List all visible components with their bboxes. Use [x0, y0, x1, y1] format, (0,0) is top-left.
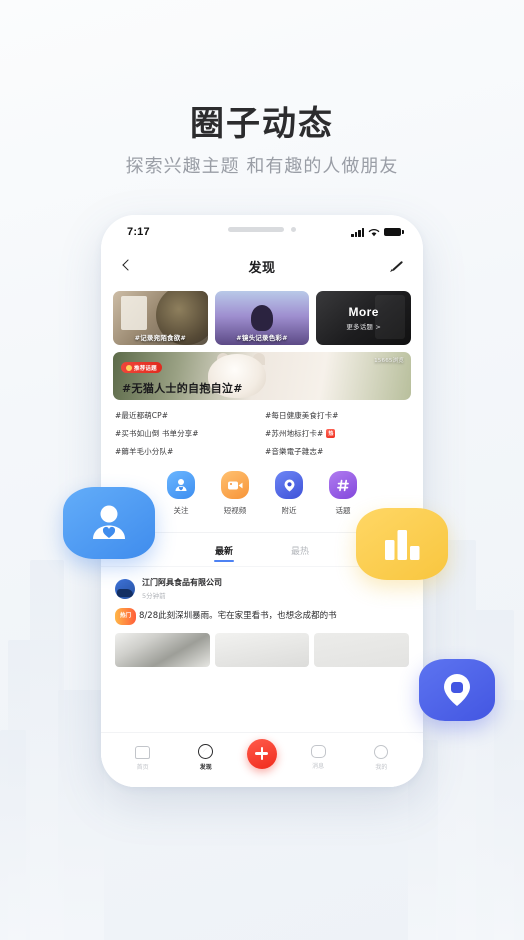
- post-image[interactable]: [115, 633, 210, 667]
- more-label-en: More: [348, 305, 379, 319]
- flame-icon: [126, 364, 132, 371]
- topic-card-food[interactable]: #记录宛陌食欲#: [113, 291, 208, 345]
- more-card-content: More 更多话题 >: [316, 291, 411, 345]
- hashtag-item[interactable]: #每日健康美食打卡#: [265, 410, 409, 421]
- back-icon[interactable]: [119, 258, 135, 274]
- recommended-badge: 推荐话题: [121, 362, 162, 373]
- bottom-nav-label: 消息: [312, 763, 325, 770]
- post-text-block: 热门 8/28此刻深圳暴雨。宅在家里看书，也想念成都的书: [115, 608, 409, 625]
- bottom-nav-label: 首页: [136, 763, 149, 771]
- post-hot-tag-label: 热门: [120, 613, 132, 619]
- front-camera: [291, 227, 296, 232]
- nav-title: 发现: [248, 260, 276, 276]
- post-author-block: 江门阿具食品有限公司 5分钟前: [142, 577, 222, 600]
- topic-card-color[interactable]: #镜头记录色彩#: [214, 291, 310, 345]
- battery-icon: [384, 228, 404, 236]
- pencil-icon[interactable]: [389, 258, 405, 274]
- video-camera-icon: [221, 471, 249, 499]
- post-images: [115, 633, 410, 667]
- featured-topic-banner[interactable]: 推荐话题 15665浏览 #无猫人士的自抱自泣#: [113, 352, 411, 400]
- recommended-badge-label: 推荐话题: [134, 365, 157, 372]
- tab-hottest[interactable]: 最热: [291, 544, 309, 562]
- hashtag-label: #买书如山倒 书单分享#: [115, 429, 199, 438]
- app-nav-bar: 发现: [101, 249, 423, 283]
- status-bar: 7:17: [101, 215, 423, 249]
- chat-bubble-icon: [444, 674, 470, 706]
- hashtag-item[interactable]: #音樂電子雜志#: [265, 446, 409, 457]
- banner-view-count: 15665浏览: [374, 358, 404, 364]
- page-title: 圈子动态: [190, 104, 334, 144]
- profile-icon: [374, 744, 389, 759]
- tab-latest[interactable]: 最新: [215, 544, 233, 562]
- hashtag-item[interactable]: #买书如山倒 书单分享#: [115, 428, 259, 439]
- bottom-nav-profile[interactable]: 我的: [359, 744, 403, 771]
- feed-post: 江门阿具食品有限公司 5分钟前 热门 8/28此刻深圳暴雨。宅在家里看书，也想念成…: [101, 566, 423, 667]
- topic-card-row: #记录宛陌食欲# #镜头记录色彩# More 更多话题 >: [101, 283, 423, 345]
- status-time: 7:17: [127, 226, 150, 238]
- topic-card-more[interactable]: More 更多话题 >: [316, 291, 412, 345]
- category-video[interactable]: 短视频: [221, 471, 249, 516]
- hashtag-label: #音樂電子雜志#: [265, 447, 324, 456]
- bottom-nav-message[interactable]: 消息: [296, 744, 340, 770]
- topic-card-caption: #镜头记录色彩#: [236, 334, 288, 342]
- notch: [228, 227, 296, 232]
- hashtag-label: #薅羊毛小分队#: [115, 447, 174, 456]
- hashtag-label: #最近都萌CP#: [115, 411, 169, 420]
- speaker-grill: [228, 227, 284, 232]
- post-image[interactable]: [314, 633, 410, 667]
- hashtag-label: #苏州地标打卡#: [265, 429, 324, 438]
- person-heart-icon: [93, 505, 125, 539]
- location-pin-icon: [275, 471, 303, 499]
- bottom-nav-bar: 首页 发现 消息 我的: [101, 732, 423, 787]
- category-follow[interactable]: 关注: [167, 471, 195, 516]
- avatar[interactable]: [115, 578, 135, 599]
- hashtag-item[interactable]: #最近都萌CP#: [115, 410, 259, 421]
- stats-badge: [356, 508, 448, 580]
- topic-card-caption: #记录宛陌食欲#: [134, 334, 187, 342]
- category-label: 附近: [281, 506, 297, 515]
- post-author: 江门阿具食品有限公司: [142, 578, 222, 587]
- bottom-nav-discover[interactable]: 发现: [184, 743, 228, 771]
- follow-badge: [63, 487, 155, 559]
- hashtag-grid: #最近都萌CP# #每日健康美食打卡# #买书如山倒 书单分享# #苏州地标打卡…: [101, 400, 423, 457]
- hashtag-item[interactable]: #苏州地标打卡# 热: [265, 428, 409, 439]
- plus-icon[interactable]: [246, 738, 277, 769]
- hashtag-icon: [329, 471, 357, 499]
- bottom-nav-home[interactable]: 首页: [121, 744, 165, 771]
- person-heart-icon: [167, 471, 195, 499]
- message-icon: [310, 745, 326, 758]
- hot-badge: 热: [326, 429, 336, 438]
- hashtag-label: #每日健康美食打卡#: [265, 411, 339, 420]
- home-icon: [135, 745, 151, 759]
- page-subtitle: 探索兴趣主题 和有趣的人做朋友: [125, 156, 399, 177]
- post-hot-tag: 热门: [115, 608, 137, 625]
- category-label: 短视频: [223, 506, 247, 515]
- post-text: 8/28此刻深圳暴雨。宅在家里看书，也想念成都的书: [139, 611, 337, 621]
- status-icons: [351, 227, 404, 237]
- category-topic[interactable]: 话题: [329, 471, 357, 516]
- chat-badge: [419, 659, 495, 721]
- compass-icon: [198, 743, 214, 759]
- post-image[interactable]: [214, 633, 310, 667]
- bottom-nav-label: 我的: [375, 763, 388, 771]
- page-headline: 圈子动态 探索兴趣主题 和有趣的人做朋友: [0, 104, 524, 179]
- signal-bars-icon: [351, 227, 364, 237]
- banner-title: #无猫人士的自抱自泣#: [122, 382, 243, 395]
- post-time: 5分钟前: [142, 592, 166, 600]
- post-header: 江门阿具食品有限公司 5分钟前: [115, 577, 409, 600]
- wifi-icon: [368, 228, 380, 236]
- hashtag-item[interactable]: #薅羊毛小分队#: [115, 446, 259, 457]
- bottom-nav-label: 发现: [199, 763, 212, 771]
- category-label: 关注: [173, 506, 189, 515]
- bar-chart-icon: [385, 530, 420, 560]
- more-label-cn: 更多话题 >: [346, 323, 382, 331]
- category-label: 话题: [335, 506, 351, 515]
- category-nearby[interactable]: 附近: [275, 471, 303, 516]
